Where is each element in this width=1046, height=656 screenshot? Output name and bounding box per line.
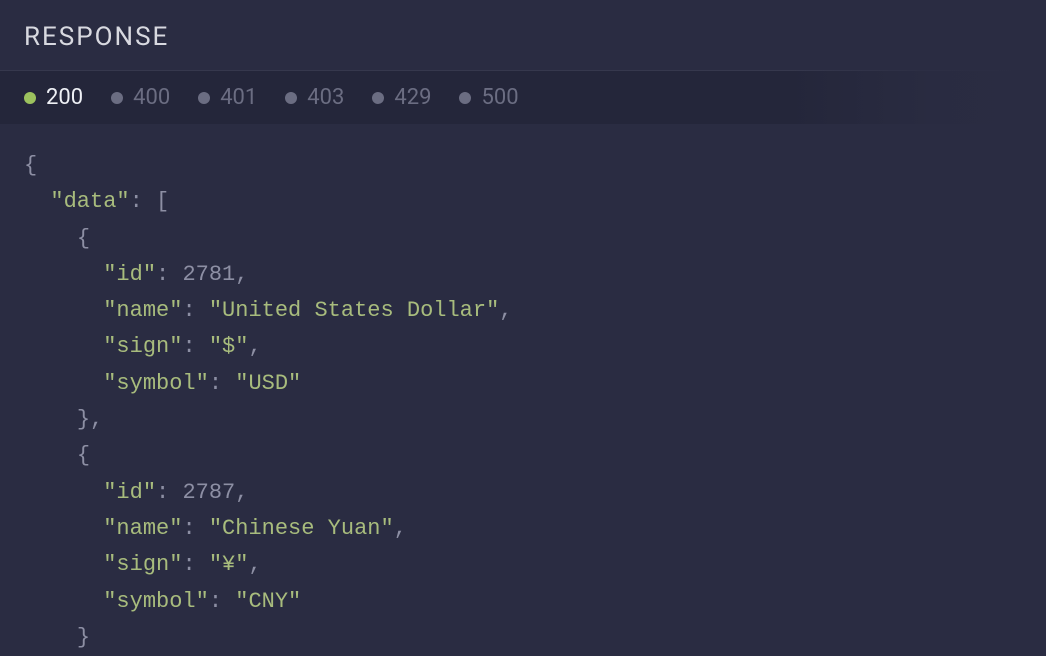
code-string: "USD" [235, 371, 301, 396]
code-brace: } [77, 625, 90, 650]
status-tab-500[interactable]: 500 [459, 85, 518, 110]
code-key: "sign" [103, 334, 182, 359]
status-dot-icon [198, 92, 210, 104]
code-comma: , [394, 516, 407, 541]
code-string: "$" [209, 334, 249, 359]
code-string: "Chinese Yuan" [209, 516, 394, 541]
status-dot-icon [459, 92, 471, 104]
code-brace: { [77, 443, 90, 468]
code-number: 2781 [182, 262, 235, 287]
status-tabs: 200 400 401 403 429 500 [0, 71, 1046, 124]
code-string: "United States Dollar" [209, 298, 499, 323]
status-tab-label: 403 [307, 85, 344, 110]
code-colon: : [182, 334, 208, 359]
code-key: "symbol" [103, 371, 209, 396]
code-string: "¥" [209, 552, 249, 577]
code-key: "data" [50, 189, 129, 214]
status-tab-label: 429 [394, 85, 431, 110]
code-brace: } [77, 407, 90, 432]
response-body[interactable]: { "data": [ { "id": 2781, "name": "Unite… [0, 124, 1046, 656]
code-comma: , [235, 480, 248, 505]
code-comma: , [499, 298, 512, 323]
code-colon: : [182, 516, 208, 541]
code-key: "id" [103, 480, 156, 505]
page-title: RESPONSE [24, 22, 1022, 52]
code-key: "sign" [103, 552, 182, 577]
status-tab-400[interactable]: 400 [111, 85, 170, 110]
code-colon: : [156, 262, 182, 287]
status-dot-icon [372, 92, 384, 104]
code-string: "CNY" [235, 589, 301, 614]
response-header: RESPONSE [0, 0, 1046, 70]
status-tab-401[interactable]: 401 [198, 85, 257, 110]
status-tab-429[interactable]: 429 [372, 85, 431, 110]
code-brace: { [24, 153, 37, 178]
code-colon: : [182, 298, 208, 323]
status-tab-200[interactable]: 200 [24, 85, 83, 110]
code-colon: : [156, 480, 182, 505]
code-comma: , [248, 334, 261, 359]
status-tab-label: 401 [220, 85, 257, 110]
code-colon: : [130, 189, 156, 214]
status-tab-403[interactable]: 403 [285, 85, 344, 110]
code-comma: , [235, 262, 248, 287]
code-colon: : [209, 589, 235, 614]
code-colon: : [182, 552, 208, 577]
code-key: "name" [103, 298, 182, 323]
status-tab-label: 200 [46, 85, 83, 110]
code-bracket: [ [156, 189, 169, 214]
code-key: "id" [103, 262, 156, 287]
status-dot-icon [24, 92, 36, 104]
code-brace: { [77, 226, 90, 251]
code-comma: , [248, 552, 261, 577]
code-key: "name" [103, 516, 182, 541]
status-dot-icon [111, 92, 123, 104]
code-key: "symbol" [103, 589, 209, 614]
status-dot-icon [285, 92, 297, 104]
code-colon: : [209, 371, 235, 396]
code-comma: , [90, 407, 103, 432]
status-tab-label: 400 [133, 85, 170, 110]
code-number: 2787 [182, 480, 235, 505]
status-tab-label: 500 [481, 85, 518, 110]
